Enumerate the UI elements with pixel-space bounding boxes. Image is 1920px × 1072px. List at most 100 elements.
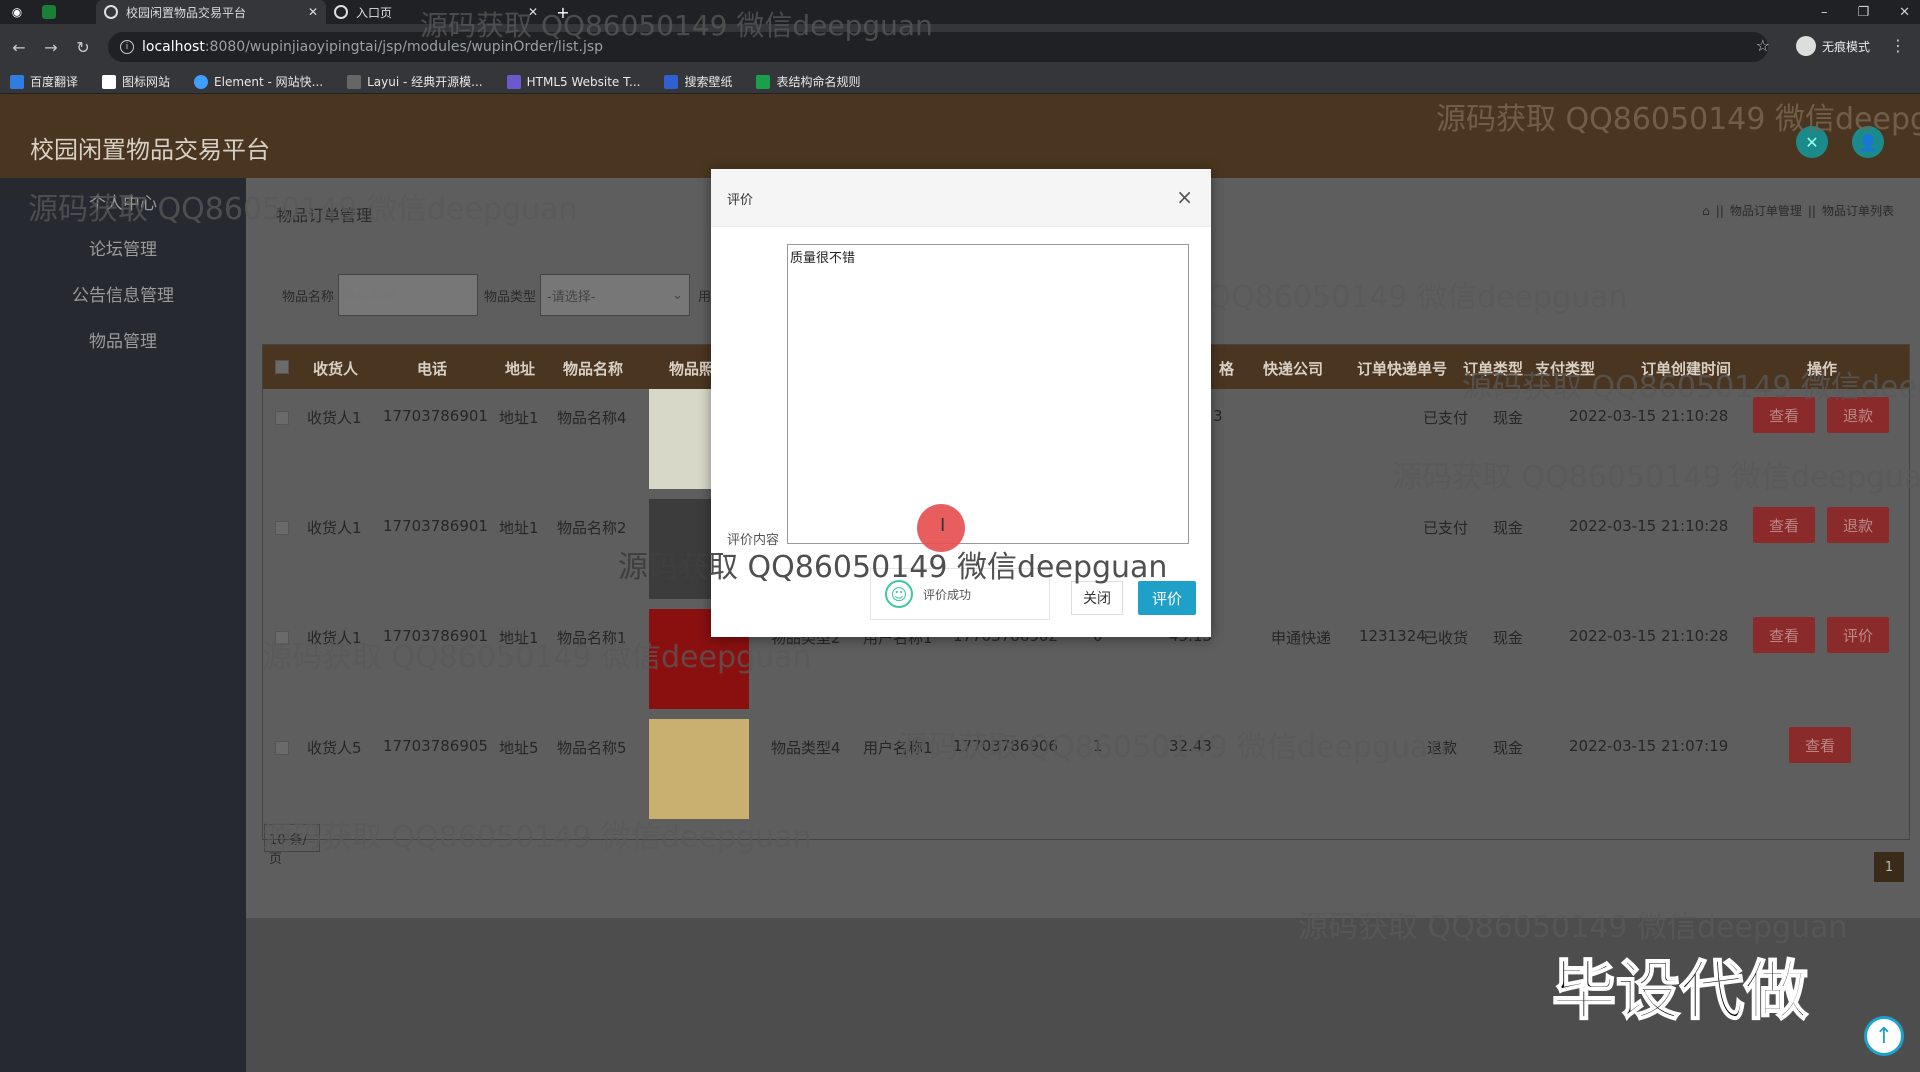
bookmark-star-icon[interactable]: ☆ xyxy=(1756,36,1770,55)
column-header: 地址 xyxy=(505,360,536,378)
bookmark-item[interactable]: 图标网站 xyxy=(102,73,170,90)
cell-order-type: 已收货 xyxy=(1423,629,1469,647)
element-icon xyxy=(194,74,209,89)
column-header: 物品照 xyxy=(669,360,715,378)
cell-created: 2022-03-15 21:07:19 xyxy=(1569,737,1729,755)
breadcrumb-item[interactable]: 物品订单管理 xyxy=(1730,202,1802,219)
cell-created: 2022-03-15 21:10:28 xyxy=(1569,407,1729,425)
bookmark-item[interactable]: Element - 网站快... xyxy=(194,73,323,90)
flag-icon xyxy=(102,74,117,89)
bookmark-item[interactable]: HTML5 Website T... xyxy=(506,74,641,89)
bookmark-label: Element - 网站快... xyxy=(214,75,324,89)
restore-icon[interactable]: ❐ xyxy=(1857,5,1869,20)
row-checkbox[interactable] xyxy=(275,741,289,755)
cell-price: 3 xyxy=(1213,407,1223,425)
incognito-icon xyxy=(1795,36,1816,56)
page-favicon-icon xyxy=(104,5,118,19)
watermark: 源码获取 QQ86050149 微信deepguan xyxy=(262,640,812,675)
view-button[interactable]: 查看 xyxy=(1789,727,1851,763)
column-header: 物品名称 xyxy=(563,360,624,378)
cell-pay-type: 现金 xyxy=(1493,629,1524,647)
column-header: 电话 xyxy=(417,360,448,378)
submit-review-button[interactable]: 评价 xyxy=(1138,581,1196,615)
reload-icon[interactable]: ↻ xyxy=(70,38,96,57)
wallpaper-icon xyxy=(664,74,679,89)
page-number-button[interactable]: 1 xyxy=(1874,852,1904,882)
sidebar-item-forum[interactable]: 论坛管理 xyxy=(0,224,246,270)
review-content-textarea[interactable]: 质量很不错 xyxy=(787,244,1189,544)
cell-phone: 17703786901 xyxy=(383,407,488,425)
bookmark-item[interactable]: Layui - 经典开源模... xyxy=(347,73,483,90)
cell-courier: 申通快递 xyxy=(1271,629,1332,647)
bookmark-label: 表结构命名规则 xyxy=(776,75,861,89)
watermark: 源码获取 QQ86050149 微信deepguan xyxy=(28,192,578,227)
bookmark-label: 图标网站 xyxy=(122,75,171,89)
cell-created: 2022-03-15 21:10:28 xyxy=(1569,517,1729,535)
breadcrumb: ⌂ || 物品订单管理 || 物品订单列表 xyxy=(1702,202,1894,219)
sidebar-item-goods[interactable]: 物品管理 xyxy=(0,316,246,362)
bookmark-item[interactable]: 搜索壁纸 xyxy=(664,73,732,90)
url-bar[interactable]: i localhost:8080/wupinjiaoyipingtai/jsp/… xyxy=(108,32,1768,62)
cell-type: 物品类型4 xyxy=(771,739,841,757)
refund-button[interactable]: 退款 xyxy=(1827,507,1889,543)
cell-pay-type: 现金 xyxy=(1493,519,1524,537)
minimize-icon[interactable]: – xyxy=(1821,5,1828,20)
close-icon[interactable]: × xyxy=(1176,187,1193,207)
search-type-select[interactable]: -请选择- ⌄ xyxy=(540,274,691,316)
tab-title: 入口页 xyxy=(356,5,393,20)
watermark: 源码获取 QQ86050149 微信deepguan xyxy=(898,730,1448,765)
sidebar-item-notice[interactable]: 公告信息管理 xyxy=(0,270,246,316)
globe-icon xyxy=(334,5,348,19)
review-button[interactable]: 评价 xyxy=(1827,617,1889,653)
tab-active[interactable]: 校园闲置物品交易平台 ✕ xyxy=(96,0,326,24)
search-type-label: 物品类型 xyxy=(484,289,537,305)
view-button[interactable]: 查看 xyxy=(1753,507,1815,543)
watermark: 源码获取 QQ86050149 微信deepguan xyxy=(618,550,1168,585)
watermark: 源码获取 QQ86050149 微信deepguan xyxy=(262,820,812,855)
search-user-label: 用 xyxy=(698,289,712,305)
sidebar: 个人中心 论坛管理 公告信息管理 物品管理 xyxy=(0,178,246,1072)
tab-group-icon[interactable] xyxy=(42,5,56,19)
column-header: 快递公司 xyxy=(1263,360,1324,378)
column-header: 收货人 xyxy=(313,360,359,378)
cell-phone: 17703786901 xyxy=(383,517,488,535)
url-host: localhost xyxy=(142,39,205,55)
view-button[interactable]: 查看 xyxy=(1753,617,1815,653)
bookmark-item[interactable]: 百度翻译 xyxy=(10,73,78,90)
bookmark-item[interactable]: 表结构命名规则 xyxy=(756,73,860,90)
home-icon[interactable]: ⌂ xyxy=(1702,204,1710,218)
bookmark-label: 百度翻译 xyxy=(30,75,79,89)
bookmarks-bar: 百度翻译 图标网站 Element - 网站快... Layui - 经典开源模… xyxy=(0,70,1920,94)
browser-menu-icon[interactable]: ◉ xyxy=(6,1,28,23)
cell-address: 地址1 xyxy=(499,409,539,427)
bookmark-label: HTML5 Website T... xyxy=(526,74,641,89)
select-all-checkbox[interactable] xyxy=(275,360,289,374)
cell-phone: 17703786905 xyxy=(383,737,488,755)
forward-icon[interactable]: → xyxy=(38,38,64,57)
incognito-label: 无痕模式 xyxy=(1821,39,1870,54)
cell-address: 地址5 xyxy=(499,739,539,757)
cell-pay-type: 现金 xyxy=(1493,409,1524,427)
incognito-indicator[interactable]: 无痕模式 xyxy=(1795,36,1870,56)
back-to-top-icon[interactable]: ↑ xyxy=(1864,1016,1904,1056)
layui-icon xyxy=(347,74,362,89)
tab-close-icon[interactable]: ✕ xyxy=(308,5,318,19)
close-button[interactable]: 关闭 xyxy=(1071,581,1123,615)
watermark: 源码获取 QQ86050149 微信deepguan xyxy=(1436,102,1920,137)
browser-menu-kebab-icon[interactable]: ⋮ xyxy=(1890,36,1906,55)
cell-pay-type: 现金 xyxy=(1493,739,1524,757)
close-window-icon[interactable]: ✕ xyxy=(1899,5,1910,20)
site-info-icon[interactable]: i xyxy=(120,40,134,54)
search-name-input[interactable] xyxy=(338,274,479,316)
row-checkbox[interactable] xyxy=(275,411,289,425)
search-form: 物品名称 物品类型 -请选择-⌄ 用 xyxy=(282,274,711,316)
text-cursor-icon: I xyxy=(940,515,946,536)
cell-address: 地址1 xyxy=(499,519,539,537)
row-checkbox[interactable] xyxy=(275,521,289,535)
cell-order-type: 已支付 xyxy=(1423,519,1469,537)
dialog-title: 评价 xyxy=(727,193,754,208)
cell-name: 物品名称2 xyxy=(557,519,627,537)
bookmark-label: Layui - 经典开源模... xyxy=(367,75,483,89)
back-icon[interactable]: ← xyxy=(6,38,32,57)
dialog-header: 评价 × xyxy=(711,169,1211,227)
